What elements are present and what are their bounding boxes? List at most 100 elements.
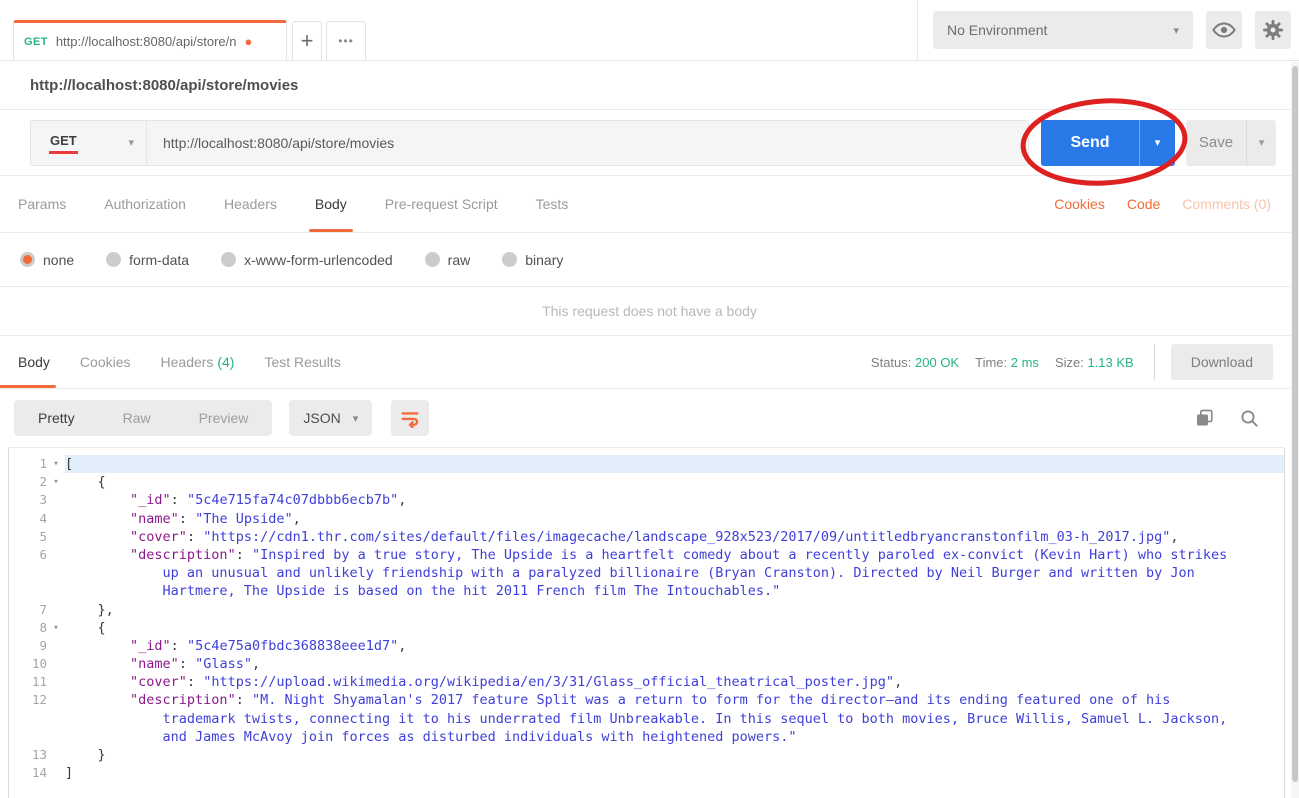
- url-input[interactable]: [146, 119, 1029, 166]
- response-tool-icons: [1195, 409, 1259, 428]
- radio-form-data[interactable]: form-data: [106, 252, 189, 268]
- code-line: 14]: [9, 764, 1284, 782]
- tab-tests[interactable]: Tests: [536, 176, 569, 232]
- divider: [1153, 344, 1155, 380]
- method-selector[interactable]: GET ▾: [30, 119, 146, 166]
- settings-button[interactable]: [1255, 11, 1291, 49]
- tab-params[interactable]: Params: [18, 176, 66, 232]
- tab-headers[interactable]: Headers: [224, 176, 277, 232]
- code-text: },: [65, 601, 114, 618]
- line-number: 7: [39, 601, 47, 617]
- response-tab-test-results[interactable]: Test Results: [264, 354, 340, 370]
- tab-url-label: http://localhost:8080/api/store/n: [55, 34, 237, 49]
- code-text: ]: [65, 765, 74, 782]
- comments-link[interactable]: Comments (0): [1182, 196, 1271, 212]
- code-text: }: [65, 747, 106, 763]
- line-number: 6: [39, 546, 47, 562]
- empty-body-message: This request does not have a body: [542, 303, 757, 319]
- radio-label: form-data: [129, 251, 190, 268]
- empty-body-row: This request does not have a body: [0, 287, 1299, 336]
- radio-x-www-form-urlencoded[interactable]: x-www-form-urlencoded: [221, 252, 393, 268]
- request-builder-row: GET ▾ Send ▾ Save ▾: [0, 110, 1299, 176]
- send-button[interactable]: Send: [1041, 119, 1139, 166]
- send-options-button[interactable]: ▾: [1139, 119, 1175, 166]
- chevron-down-icon: ▾: [352, 412, 359, 425]
- chevron-down-icon: ▾: [1154, 137, 1161, 149]
- view-mode-pretty[interactable]: Pretty: [14, 400, 99, 436]
- response-tab-headers[interactable]: Headers (4): [161, 354, 235, 370]
- code-rows: 1 ▾[2 ▾ {3 "_id": "5c4e715fa74c07dbbb6ecb7…: [9, 455, 1284, 782]
- request-links: Cookies Code Comments (0): [1054, 196, 1271, 212]
- time-pair: Time: 2 ms: [975, 355, 1039, 370]
- radio-icon: [424, 252, 440, 267]
- response-meta-row: Body Cookies Headers (4) Test Results St…: [0, 336, 1299, 389]
- method-label: GET: [49, 131, 78, 154]
- line-number: 5: [39, 528, 47, 544]
- response-tab-cookies[interactable]: Cookies: [80, 354, 131, 370]
- open-request-tab[interactable]: GET http://localhost:8080/api/store/n ●: [13, 20, 287, 60]
- environment-selector[interactable]: No Environment ▾: [933, 11, 1193, 49]
- save-options-button[interactable]: ▾: [1246, 119, 1276, 166]
- fold-arrow-icon[interactable]: ▾: [47, 455, 65, 473]
- tab-options-button[interactable]: •••: [326, 21, 366, 60]
- format-label: JSON: [303, 410, 341, 426]
- code-text: "cover": "https://upload.wikimedia.org/w…: [130, 674, 903, 691]
- fold-arrow-icon[interactable]: ▾: [47, 473, 65, 491]
- view-mode-raw[interactable]: Raw: [99, 400, 175, 436]
- radio-binary[interactable]: binary: [502, 252, 563, 268]
- cookies-link[interactable]: Cookies: [1054, 196, 1105, 212]
- radio-raw[interactable]: raw: [424, 252, 470, 268]
- chevron-down-icon: ▾: [128, 137, 134, 149]
- fold-arrow-icon[interactable]: ▾: [47, 619, 65, 637]
- code-line: 6 "description": "Inspired by a true sto…: [9, 546, 1284, 564]
- environment-quick-look-button[interactable]: [1206, 11, 1242, 49]
- code-line: up an unusual and unlikely friendship wi…: [9, 564, 1284, 582]
- code-text: trademark twists, connecting it to his u…: [65, 710, 1228, 727]
- chevron-down-icon: ▾: [1173, 24, 1179, 37]
- body-type-row: none form-data x-www-form-urlencoded raw…: [0, 233, 1299, 287]
- postman-window: GET http://localhost:8080/api/store/n ● …: [0, 0, 1299, 798]
- format-selector[interactable]: JSON ▾: [289, 400, 373, 436]
- line-number: 1: [39, 456, 47, 471]
- chevron-down-icon: ▾: [1258, 137, 1265, 149]
- code-text: "description": "Inspired by a true story…: [130, 546, 1228, 563]
- radio-icon: [106, 252, 122, 267]
- wrap-text-button[interactable]: [391, 400, 430, 436]
- code-line: 3 "_id": "5c4e715fa74c07dbbb6ecb7b",: [9, 491, 1284, 509]
- code-text: Hartmere, The Upside is based on the hit…: [65, 583, 781, 600]
- tab-pre-request-script[interactable]: Pre-request Script: [385, 176, 498, 232]
- eye-icon: [1212, 22, 1236, 38]
- radio-none[interactable]: none: [20, 252, 74, 268]
- status-pair: Status: 200 OK: [871, 355, 959, 370]
- unsaved-changes-dot-icon: ●: [244, 34, 253, 49]
- code-link[interactable]: Code: [1127, 196, 1160, 212]
- line-number: 12: [31, 692, 47, 708]
- code-line: 11 "cover": "https://upload.wikimedia.or…: [9, 673, 1284, 691]
- tab-body[interactable]: Body: [308, 176, 353, 232]
- line-number: [9, 710, 47, 728]
- save-button[interactable]: Save: [1186, 119, 1246, 166]
- save-split-button: Save ▾: [1186, 119, 1276, 166]
- code-line: and James McAvoy join forces as disturbe…: [9, 728, 1284, 746]
- code-text: "name": "Glass",: [130, 656, 261, 673]
- request-title-row: http://localhost:8080/api/store/movies: [0, 61, 1299, 110]
- new-tab-button[interactable]: +: [292, 21, 322, 60]
- scrollbar-thumb[interactable]: [1292, 66, 1298, 782]
- download-button[interactable]: Download: [1170, 344, 1273, 380]
- response-tab-body[interactable]: Body: [18, 354, 50, 370]
- response-body-editor[interactable]: 1 ▾[2 ▾ {3 "_id": "5c4e715fa74c07dbbb6ecb7…: [8, 447, 1285, 798]
- status-label: Status:: [870, 354, 912, 370]
- view-mode-preview[interactable]: Preview: [175, 400, 273, 436]
- environment-area: No Environment ▾: [917, 0, 1299, 60]
- copy-button[interactable]: [1195, 409, 1214, 428]
- search-button[interactable]: [1240, 409, 1259, 428]
- code-text: and James McAvoy join forces as disturbe…: [65, 728, 797, 745]
- code-line: 9 "_id": "5c4e75a0fbdc368838eee1d7",: [9, 637, 1284, 655]
- code-line: 12 "description": "M. Night Shyamalan's …: [9, 691, 1284, 709]
- tab-authorization[interactable]: Authorization: [104, 176, 186, 232]
